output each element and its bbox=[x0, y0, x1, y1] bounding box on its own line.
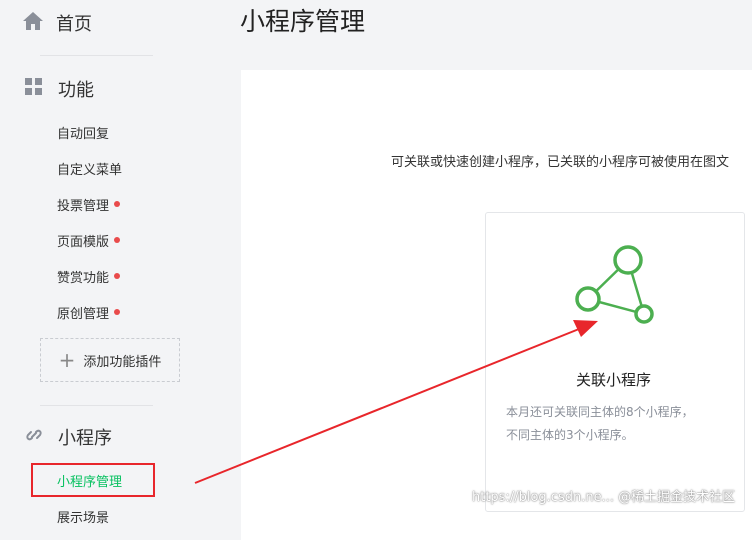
menu-item-label: 小程序管理 bbox=[57, 474, 123, 490]
sidebar-item-custom-menu[interactable]: 自定义菜单 bbox=[57, 158, 122, 178]
section-miniprogram-label: 小程序 bbox=[58, 428, 112, 449]
section-miniprogram: 小程序 bbox=[24, 424, 112, 450]
sidebar-item-display-scene[interactable]: 展示场景 bbox=[57, 506, 109, 526]
card-description: 本月还可关联同主体的8个小程序， 不同主体的3个小程序。 bbox=[506, 401, 726, 447]
divider bbox=[40, 405, 153, 406]
card-description-line: 不同主体的3个小程序。 bbox=[506, 428, 634, 442]
card-description-line: 本月还可关联同主体的8个小程序， bbox=[506, 405, 694, 419]
sidebar-item-home[interactable]: 首页 bbox=[22, 10, 92, 36]
menu-item-label: 赞赏功能 bbox=[57, 270, 110, 286]
page-title: 小程序管理 bbox=[240, 7, 366, 36]
link-miniprogram-card[interactable]: 关联小程序 本月还可关联同主体的8个小程序， 不同主体的3个小程序。 bbox=[485, 212, 745, 512]
divider bbox=[40, 55, 153, 56]
menu-item-label: 页面模版 bbox=[57, 234, 110, 250]
new-badge-dot bbox=[114, 237, 121, 243]
watermark: https://blog.csdn.ne... @稀土掘金技术社区 bbox=[472, 490, 736, 505]
grid-icon bbox=[24, 77, 44, 101]
link-icon bbox=[24, 425, 44, 449]
network-icon bbox=[574, 241, 656, 335]
sidebar-item-miniprogram-manage[interactable]: 小程序管理 bbox=[31, 463, 155, 497]
new-badge-dot bbox=[114, 201, 121, 207]
sidebar-item-page-template[interactable]: 页面模版 bbox=[57, 230, 121, 250]
menu-item-label: 自定义菜单 bbox=[57, 162, 123, 178]
home-label: 首页 bbox=[56, 14, 92, 35]
sidebar-item-reward[interactable]: 赞赏功能 bbox=[57, 266, 121, 286]
plus-icon: + bbox=[58, 348, 76, 372]
add-plugin-button[interactable]: + 添加功能插件 bbox=[40, 338, 180, 382]
home-icon bbox=[22, 10, 44, 36]
intro-text: 可关联或快速创建小程序，已关联的小程序可被使用在图文 bbox=[391, 155, 730, 170]
menu-item-label: 原创管理 bbox=[57, 306, 110, 322]
new-badge-dot bbox=[114, 309, 121, 315]
menu-item-label: 自动回复 bbox=[57, 126, 110, 142]
sidebar-item-vote[interactable]: 投票管理 bbox=[57, 194, 121, 214]
section-features: 功能 bbox=[24, 76, 94, 102]
menu-item-label: 展示场景 bbox=[57, 510, 110, 526]
card-title: 关联小程序 bbox=[576, 371, 652, 389]
add-plugin-label: 添加功能插件 bbox=[83, 354, 162, 370]
sidebar-item-auto-reply[interactable]: 自动回复 bbox=[57, 122, 109, 142]
sidebar: 首页 功能 自动回复 自定义菜单 投票管理 页面模版 赞赏功能 原创管理 + 添… bbox=[0, 0, 200, 526]
new-badge-dot bbox=[114, 273, 121, 279]
sidebar-item-original[interactable]: 原创管理 bbox=[57, 302, 121, 322]
section-features-label: 功能 bbox=[58, 80, 94, 101]
menu-item-label: 投票管理 bbox=[57, 198, 110, 214]
